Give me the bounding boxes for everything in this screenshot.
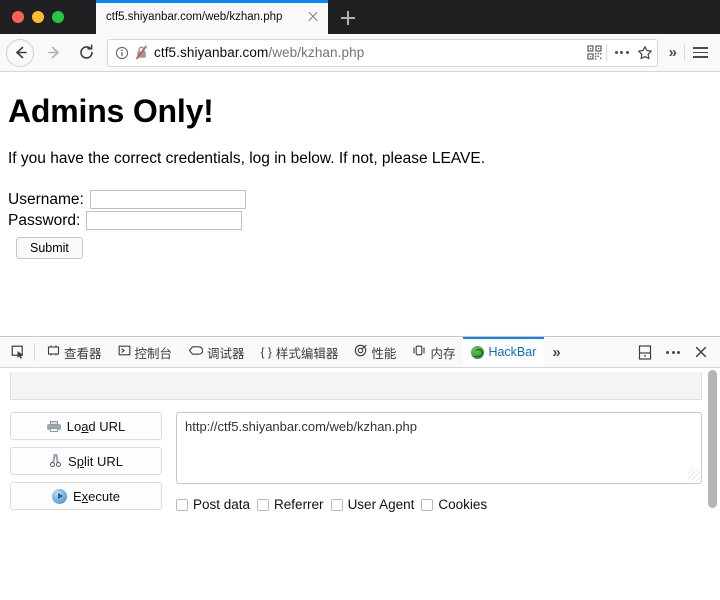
- console-icon: [118, 344, 131, 360]
- password-label: Password:: [8, 211, 81, 229]
- checkbox-icon[interactable]: [330, 498, 343, 511]
- username-row: Username:: [8, 190, 712, 209]
- chevron-double-right-icon[interactable]: »: [664, 44, 682, 61]
- checkbox-label: Cookies: [438, 497, 488, 512]
- split-url-button[interactable]: Split URL: [10, 447, 162, 475]
- tab-debugger[interactable]: 调试器: [180, 337, 253, 367]
- username-input[interactable]: [89, 190, 246, 209]
- hackbar-actions: Load URL Split URL Execute: [10, 412, 162, 512]
- tab-style-editor[interactable]: { } 样式编辑器: [253, 337, 347, 367]
- navigation-toolbar: ctf5.shiyanbar.com/web/kzhan.php »: [0, 34, 720, 72]
- password-row: Password:: [8, 211, 712, 230]
- qr-code-icon[interactable]: [587, 45, 602, 60]
- password-input[interactable]: [86, 211, 243, 230]
- devtools-panel: 查看器 控制台 调试器 { } 样式编辑器 性能 内存 HackBar » Lo…: [0, 336, 720, 598]
- checkbox-icon[interactable]: [176, 498, 188, 511]
- address-bar-actions: [587, 44, 653, 61]
- address-bar[interactable]: ctf5.shiyanbar.com/web/kzhan.php: [107, 38, 658, 67]
- printer-icon: [46, 420, 61, 432]
- window-titlebar: ctf5.shiyanbar.com/web/kzhan.php: [0, 0, 720, 34]
- checkbox-label: Post data: [193, 497, 251, 512]
- play-icon: [52, 488, 67, 504]
- execute-button[interactable]: Execute: [10, 482, 162, 510]
- inspector-icon: [47, 344, 60, 360]
- url-textarea-wrapper: http://ctf5.shiyanbar.com/web/kzhan.php: [176, 412, 702, 484]
- tab-inspector[interactable]: 查看器: [39, 337, 110, 367]
- info-icon[interactable]: [115, 46, 129, 60]
- tab-hackbar[interactable]: HackBar: [463, 337, 545, 367]
- tab-label: 内存: [430, 346, 456, 361]
- checkbox-user-agent[interactable]: User Agent: [330, 497, 415, 512]
- arrow-left-icon[interactable]: [6, 38, 34, 67]
- button-label: Split URL: [68, 453, 123, 469]
- checkbox-icon[interactable]: [421, 498, 434, 511]
- tab-memory[interactable]: 内存: [404, 337, 463, 367]
- tab-label: 样式编辑器: [275, 346, 339, 361]
- submit-button[interactable]: Submit: [16, 237, 83, 259]
- divider: [684, 44, 685, 61]
- page-title: Admins Only!: [8, 93, 214, 129]
- hackbar-green-icon: [471, 345, 485, 359]
- hamburger-menu-icon[interactable]: [687, 47, 714, 58]
- tab-title: ctf5.shiyanbar.com/web/kzhan.php: [106, 11, 283, 23]
- hackbar-options: Post data Referrer User Agent Cookies: [176, 497, 702, 512]
- tab-performance[interactable]: 性能: [346, 337, 404, 367]
- tab-label: 调试器: [207, 346, 245, 361]
- checkbox-referrer[interactable]: Referrer: [257, 497, 324, 512]
- close-icon[interactable]: [688, 337, 714, 368]
- hackbar-url-section: http://ctf5.shiyanbar.com/web/kzhan.php …: [176, 412, 702, 512]
- tab-label: 控制台: [134, 346, 173, 361]
- performance-icon: [354, 344, 367, 360]
- element-picker-icon[interactable]: [4, 337, 32, 367]
- ellipsis-icon[interactable]: [660, 337, 686, 368]
- divider: [34, 343, 35, 361]
- scrollbar-thumb[interactable]: [708, 370, 717, 508]
- arrow-right-icon[interactable]: [39, 38, 69, 68]
- dock-position-icon[interactable]: [632, 337, 658, 368]
- hackbar-body: Load URL Split URL Execute http://ctf5.s…: [0, 400, 720, 512]
- button-label: Load URL: [66, 418, 126, 434]
- star-icon[interactable]: [637, 45, 653, 61]
- devtools-toolbar: 查看器 控制台 调试器 { } 样式编辑器 性能 内存 HackBar »: [0, 337, 720, 368]
- devtools-overflow-button[interactable]: »: [544, 337, 568, 367]
- tab-console[interactable]: 控制台: [110, 337, 181, 367]
- browser-tab-active[interactable]: ctf5.shiyanbar.com/web/kzhan.php: [96, 0, 328, 34]
- checkbox-icon[interactable]: [257, 498, 270, 511]
- close-icon[interactable]: [304, 8, 322, 26]
- memory-icon: [412, 344, 426, 360]
- new-tab-button[interactable]: [336, 6, 360, 30]
- devtools-toolbar-actions: [632, 337, 720, 367]
- maximize-window-button[interactable]: [52, 11, 64, 23]
- checkbox-post-data[interactable]: Post data: [176, 497, 250, 512]
- username-label: Username:: [8, 190, 84, 208]
- url-textarea[interactable]: http://ctf5.shiyanbar.com/web/kzhan.php: [176, 412, 702, 484]
- page-content: Admins Only! If you have the correct cre…: [0, 72, 720, 336]
- window-controls: [12, 11, 64, 23]
- minimize-window-button[interactable]: [32, 11, 44, 23]
- load-url-button[interactable]: Load URL: [10, 412, 162, 440]
- scissors-icon: [49, 453, 62, 468]
- reload-icon[interactable]: [71, 38, 101, 68]
- style-editor-icon: { }: [260, 345, 272, 359]
- hackbar-scrollbar[interactable]: [708, 370, 717, 596]
- tab-label: 性能: [371, 346, 397, 361]
- button-label: Execute: [73, 488, 120, 504]
- chevron-double-right-icon: »: [552, 343, 561, 361]
- checkbox-label: Referrer: [274, 497, 324, 512]
- page-description: If you have the correct credentials, log…: [8, 150, 486, 167]
- checkbox-label: User Agent: [347, 497, 415, 512]
- ellipsis-icon[interactable]: [611, 51, 633, 54]
- tab-label: HackBar: [488, 345, 537, 359]
- close-window-button[interactable]: [12, 11, 24, 23]
- debugger-icon: [188, 344, 204, 360]
- crossed-out-padlock-icon[interactable]: [134, 45, 149, 60]
- hackbar-panel: Load URL Split URL Execute http://ctf5.s…: [0, 368, 720, 598]
- checkbox-cookies[interactable]: Cookies: [421, 497, 487, 512]
- divider: [605, 44, 607, 61]
- url-text: ctf5.shiyanbar.com/web/kzhan.php: [154, 45, 365, 60]
- tab-label: 查看器: [64, 346, 102, 361]
- hackbar-top-section: [10, 372, 702, 400]
